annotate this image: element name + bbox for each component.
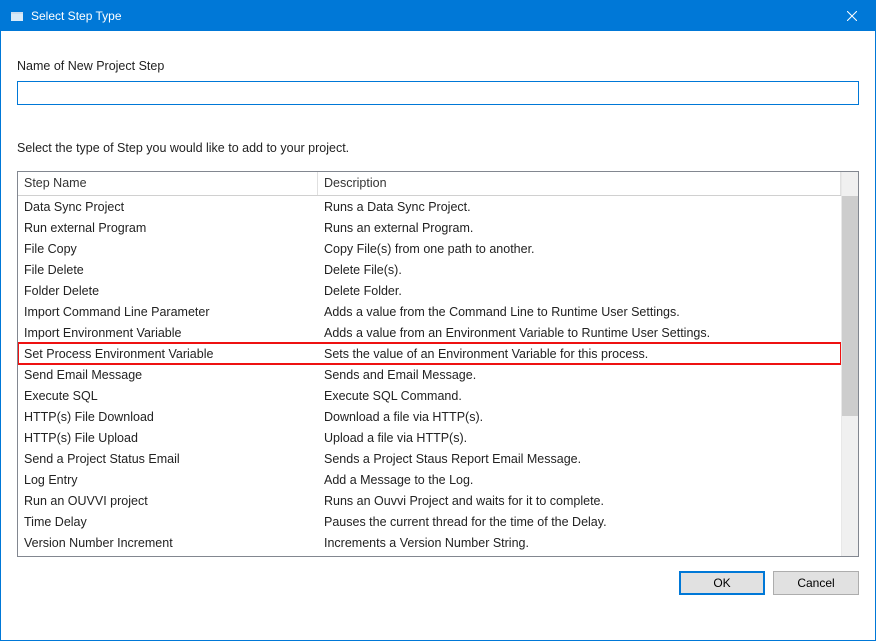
dialog-window: Select Step Type Name of New Project Ste… xyxy=(0,0,876,641)
list-header: Step Name Description xyxy=(18,172,841,196)
step-desc-cell: Pauses the current thread for the time o… xyxy=(318,514,841,530)
table-row[interactable]: Folder DeleteDelete Folder. xyxy=(18,280,841,301)
app-icon xyxy=(9,8,25,24)
scroll-thumb[interactable] xyxy=(842,196,858,416)
table-row[interactable]: Run external ProgramRuns an external Pro… xyxy=(18,217,841,238)
scrollbar[interactable] xyxy=(841,172,858,556)
table-row[interactable]: Time DelayPauses the current thread for … xyxy=(18,511,841,532)
window-title: Select Step Type xyxy=(31,9,829,23)
table-row[interactable]: HTTP(s) File DownloadDownload a file via… xyxy=(18,406,841,427)
step-name-cell: Send Email Message xyxy=(18,367,318,383)
step-desc-cell: Adds a value from the Command Line to Ru… xyxy=(318,304,841,320)
step-name-cell: Version Number Increment xyxy=(18,535,318,551)
step-name-cell: Import Environment Variable xyxy=(18,325,318,341)
table-row[interactable]: Import Command Line ParameterAdds a valu… xyxy=(18,301,841,322)
close-button[interactable] xyxy=(829,1,875,31)
table-row[interactable]: Execute SQLExecute SQL Command. xyxy=(18,385,841,406)
column-header-desc[interactable]: Description xyxy=(318,172,841,195)
step-name-cell: Time Delay xyxy=(18,514,318,530)
step-desc-cell: Increments a Version Number String. xyxy=(318,535,841,551)
step-name-cell: Log Entry xyxy=(18,472,318,488)
step-desc-cell: Copy File(s) from one path to another. xyxy=(318,241,841,257)
step-desc-cell: Runs a Data Sync Project. xyxy=(318,199,841,215)
column-header-name[interactable]: Step Name xyxy=(18,172,318,195)
step-desc-cell: Sets the value of an Environment Variabl… xyxy=(318,346,841,362)
step-name-cell: Execute SQL xyxy=(18,388,318,404)
step-name-cell: Folder Delete xyxy=(18,283,318,299)
step-desc-cell: Sends and Email Message. xyxy=(318,367,841,383)
table-row[interactable]: Set Process Environment VariableSets the… xyxy=(18,343,841,364)
table-row[interactable]: File DeleteDelete File(s). xyxy=(18,259,841,280)
step-desc-cell: Add a Message to the Log. xyxy=(318,472,841,488)
table-row[interactable]: Data Sync ProjectRuns a Data Sync Projec… xyxy=(18,196,841,217)
table-row[interactable]: Run an OUVVI projectRuns an Ouvvi Projec… xyxy=(18,490,841,511)
step-name-cell: Data Sync Project xyxy=(18,199,318,215)
titlebar: Select Step Type xyxy=(1,1,875,31)
step-name-input[interactable] xyxy=(17,81,859,105)
instruction-label: Select the type of Step you would like t… xyxy=(17,141,859,155)
table-row[interactable]: Log EntryAdd a Message to the Log. xyxy=(18,469,841,490)
step-name-cell: HTTP(s) File Upload xyxy=(18,430,318,446)
step-name-cell: File Copy xyxy=(18,241,318,257)
step-desc-cell: Upload a file via HTTP(s). xyxy=(318,430,841,446)
step-name-cell: Set Process Environment Variable xyxy=(18,346,318,362)
ok-button[interactable]: OK xyxy=(679,571,765,595)
table-row[interactable]: Send a Project Status EmailSends a Proje… xyxy=(18,448,841,469)
step-name-cell: Send a Project Status Email xyxy=(18,451,318,467)
dialog-footer: OK Cancel xyxy=(17,557,859,595)
close-icon xyxy=(847,11,857,21)
step-type-list: Step Name Description Data Sync ProjectR… xyxy=(17,171,859,557)
step-name-label: Name of New Project Step xyxy=(17,59,859,73)
step-desc-cell: Delete File(s). xyxy=(318,262,841,278)
step-desc-cell: Execute SQL Command. xyxy=(318,388,841,404)
table-row[interactable]: Import Environment VariableAdds a value … xyxy=(18,322,841,343)
step-name-cell: File Delete xyxy=(18,262,318,278)
cancel-button[interactable]: Cancel xyxy=(773,571,859,595)
table-row[interactable]: Send Email MessageSends and Email Messag… xyxy=(18,364,841,385)
step-desc-cell: Adds a value from an Environment Variabl… xyxy=(318,325,841,341)
step-name-cell: Run external Program xyxy=(18,220,318,236)
step-name-cell: Import Command Line Parameter xyxy=(18,304,318,320)
table-row[interactable]: HTTP(s) File UploadUpload a file via HTT… xyxy=(18,427,841,448)
step-desc-cell: Sends a Project Staus Report Email Messa… xyxy=(318,451,841,467)
table-row[interactable]: Version Number IncrementIncrements a Ver… xyxy=(18,532,841,553)
step-desc-cell: Runs an external Program. xyxy=(318,220,841,236)
step-desc-cell: Delete Folder. xyxy=(318,283,841,299)
step-desc-cell: Download a file via HTTP(s). xyxy=(318,409,841,425)
step-name-cell: HTTP(s) File Download xyxy=(18,409,318,425)
step-desc-cell: Runs an Ouvvi Project and waits for it t… xyxy=(318,493,841,509)
dialog-body: Name of New Project Step Select the type… xyxy=(1,31,875,640)
step-name-cell: Run an OUVVI project xyxy=(18,493,318,509)
table-row[interactable]: File CopyCopy File(s) from one path to a… xyxy=(18,238,841,259)
